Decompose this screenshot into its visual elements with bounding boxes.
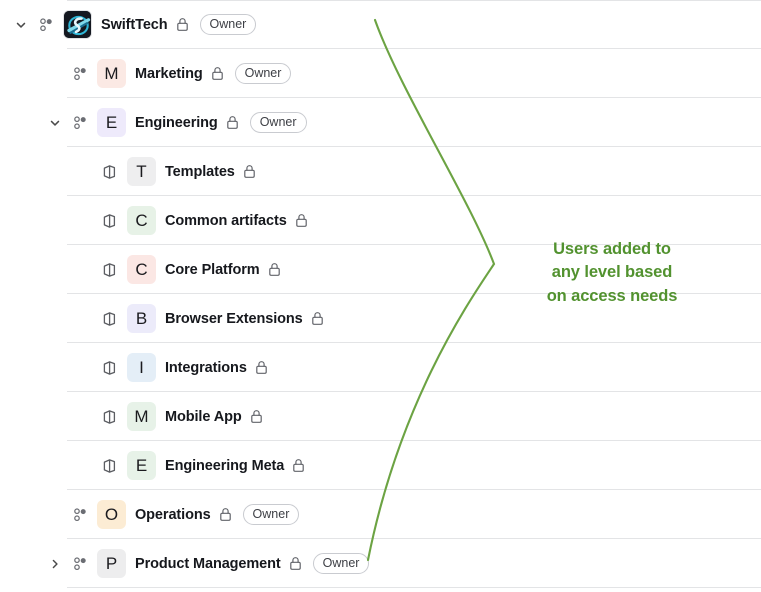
- chevron-down-icon: [48, 508, 62, 522]
- team-row[interactable]: O Operations Owner: [0, 490, 761, 539]
- chevron-down-icon: [78, 263, 92, 277]
- project-row[interactable]: I Integrations: [0, 343, 761, 392]
- avatar: M: [97, 59, 126, 88]
- lock-icon: [268, 262, 281, 277]
- project-name: Mobile App: [165, 408, 242, 425]
- lock-icon: [219, 507, 232, 522]
- team-row[interactable]: P Product Management Owner: [0, 539, 761, 588]
- project-name: Common artifacts: [165, 212, 287, 229]
- people-icon: [37, 16, 55, 34]
- chevron-down-icon: [48, 67, 62, 81]
- chevron-down-icon: [78, 459, 92, 473]
- chevron-down-icon[interactable]: [14, 18, 28, 32]
- project-name: Engineering Meta: [165, 457, 285, 474]
- avatar: E: [127, 451, 156, 480]
- avatar: E: [97, 108, 126, 137]
- chevron-down-icon: [78, 361, 92, 375]
- chevron-down-icon: [78, 312, 92, 326]
- lock-icon: [226, 115, 239, 130]
- people-icon: [71, 555, 89, 573]
- lock-icon: [250, 409, 263, 424]
- team-name: Marketing: [135, 65, 203, 82]
- avatar: B: [127, 304, 156, 333]
- chevron-down-icon[interactable]: [48, 116, 62, 130]
- avatar: M: [127, 402, 156, 431]
- project-name: Browser Extensions: [165, 310, 303, 327]
- lock-icon: [176, 17, 189, 32]
- swifttech-logo-icon: [63, 10, 92, 39]
- project-row[interactable]: T Templates: [0, 147, 761, 196]
- team-row[interactable]: M Marketing Owner: [0, 49, 761, 98]
- role-badge: Owner: [242, 503, 300, 526]
- org-name: SwiftTech: [101, 16, 168, 33]
- team-name: Engineering: [135, 114, 218, 131]
- role-badge: Owner: [249, 111, 307, 134]
- project-cube-icon: [101, 457, 119, 475]
- people-icon: [71, 65, 89, 83]
- role-badge: Owner: [199, 13, 257, 36]
- project-cube-icon: [101, 408, 119, 426]
- role-badge: Owner: [234, 62, 292, 85]
- team-row[interactable]: E Engineering Owner: [0, 98, 761, 147]
- chevron-down-icon: [78, 410, 92, 424]
- avatar: T: [127, 157, 156, 186]
- row-divider: [67, 0, 761, 1]
- lock-icon: [292, 458, 305, 473]
- lock-icon: [211, 66, 224, 81]
- avatar: P: [97, 549, 126, 578]
- project-cube-icon: [101, 212, 119, 230]
- org-hierarchy-screen: SwiftTech Owner M Marketing Owner E Engineerin…: [0, 0, 761, 592]
- chevron-down-icon: [78, 214, 92, 228]
- project-cube-icon: [101, 310, 119, 328]
- project-row[interactable]: M Mobile App: [0, 392, 761, 441]
- avatar: O: [97, 500, 126, 529]
- project-cube-icon: [101, 261, 119, 279]
- project-cube-icon: [101, 163, 119, 181]
- people-icon: [71, 506, 89, 524]
- lock-icon: [311, 311, 324, 326]
- avatar: C: [127, 206, 156, 235]
- avatar: C: [127, 255, 156, 284]
- people-icon: [71, 114, 89, 132]
- lock-icon: [243, 164, 256, 179]
- lock-icon: [295, 213, 308, 228]
- team-name: Product Management: [135, 555, 281, 572]
- lock-icon: [255, 360, 268, 375]
- project-cube-icon: [101, 359, 119, 377]
- chevron-right-icon[interactable]: [48, 557, 62, 571]
- project-row[interactable]: E Engineering Meta: [0, 441, 761, 490]
- project-name: Integrations: [165, 359, 247, 376]
- role-badge: Owner: [312, 552, 370, 575]
- team-name: Operations: [135, 506, 211, 523]
- chevron-down-icon: [78, 165, 92, 179]
- project-name: Core Platform: [165, 261, 260, 278]
- avatar: I: [127, 353, 156, 382]
- lock-icon: [289, 556, 302, 571]
- annotation-text: Users added to any level based on access…: [546, 240, 678, 305]
- project-name: Templates: [165, 163, 235, 180]
- row-divider: [67, 587, 761, 588]
- org-row[interactable]: SwiftTech Owner: [0, 0, 761, 49]
